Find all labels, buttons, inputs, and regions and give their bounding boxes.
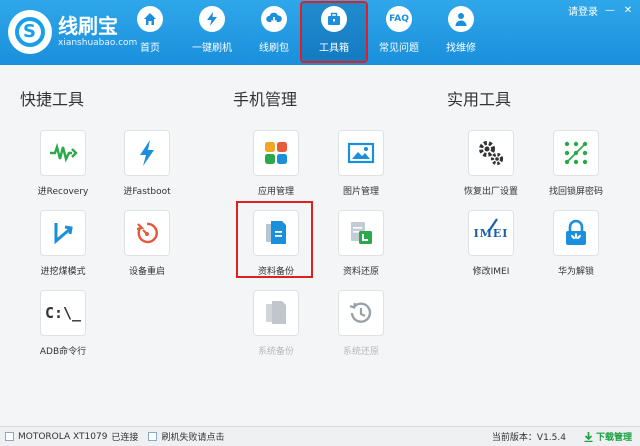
tool-picture-management[interactable]: 图片管理 (321, 130, 401, 197)
home-icon (137, 6, 163, 32)
logo-icon (8, 10, 52, 54)
lightning-icon (140, 140, 154, 166)
login-link[interactable]: 请登录 (568, 3, 598, 18)
tool-modify-imei[interactable]: IMEI 修改IMEI (451, 210, 531, 277)
lightning-icon (199, 6, 225, 32)
picture-icon (347, 142, 375, 164)
tool-app-management[interactable]: 应用管理 (236, 130, 316, 197)
download-manager-button[interactable]: 下载管理 (584, 430, 632, 443)
tool-system-backup[interactable]: 系统备份 (236, 290, 316, 357)
nav-rom-packages[interactable]: 线刷包 (245, 6, 303, 60)
nav-one-click-flash[interactable]: 一键刷机 (183, 6, 241, 60)
tool-edl-mode[interactable]: 进挖煤模式 (23, 210, 103, 277)
download-cloud-icon (261, 6, 287, 32)
history-clock-icon (349, 302, 372, 323)
pattern-lock-icon (564, 141, 588, 165)
nav-toolbox[interactable]: 工具箱 (300, 1, 368, 63)
gears-icon (479, 141, 504, 166)
device-name: MOTOROLA XT1079 (18, 431, 108, 442)
section-phone-management: 手机管理 (233, 90, 298, 109)
faq-icon: FAQ (386, 6, 412, 32)
version-label: 当前版本： (491, 433, 537, 443)
document-restore-icon (351, 222, 372, 244)
app-logo: 线刷宝 xianshuabao.com (8, 10, 137, 54)
nav-find-repair[interactable]: 找维修 (432, 6, 490, 60)
connection-status: 已连接 (111, 433, 139, 443)
tool-recovery[interactable]: 进Recovery (23, 130, 103, 197)
tool-fastboot[interactable]: 进Fastboot (107, 130, 187, 197)
tool-system-restore[interactable]: 系统还原 (321, 290, 401, 357)
edl-arrow-icon (54, 223, 73, 245)
system-backup-icon (266, 301, 286, 324)
version-number: V1.5.4 (536, 433, 566, 443)
terminal-icon: C:\_ (44, 304, 82, 322)
toolbox-icon (321, 6, 347, 32)
close-button[interactable]: ✕ (622, 5, 634, 17)
tool-data-restore[interactable]: 资料还原 (321, 210, 401, 277)
download-arrow-icon (584, 431, 593, 442)
tool-device-reboot[interactable]: 设备重启 (107, 210, 187, 277)
nav-faq[interactable]: FAQ 常见问题 (370, 6, 428, 60)
apps-grid-icon (265, 142, 287, 164)
huawei-lock-icon (566, 219, 586, 245)
tool-huawei-unlock[interactable]: 华为解锁 (536, 210, 616, 277)
flash-fail-link[interactable]: 刷机失败请点击 (161, 430, 224, 443)
recovery-wave-icon (50, 142, 78, 163)
status-bar: MOTOROLA XT1079 已连接 刷机失败请点击 当前版本：V1.5.4 … (0, 426, 640, 446)
app-header: 线刷宝 xianshuabao.com 首页 一键刷机 线刷包 工具箱 FAQ … (0, 0, 640, 65)
minimize-button[interactable]: — (604, 5, 616, 17)
selected-tool-highlight (236, 201, 313, 278)
nav-home[interactable]: 首页 (121, 6, 179, 60)
tool-recover-lock-password[interactable]: 找回锁屏密码 (536, 130, 616, 197)
tool-factory-reset[interactable]: 恢复出厂设置 (451, 130, 531, 197)
reboot-icon (136, 222, 158, 244)
section-quick-tools: 快捷工具 (20, 90, 85, 109)
device-status-icon (5, 432, 14, 441)
technician-icon (448, 6, 474, 32)
tool-adb-console[interactable]: C:\_ ADB命令行 (23, 290, 103, 357)
section-utility-tools: 实用工具 (447, 90, 512, 109)
flash-fail-icon (148, 432, 158, 441)
pen-icon (488, 218, 498, 232)
